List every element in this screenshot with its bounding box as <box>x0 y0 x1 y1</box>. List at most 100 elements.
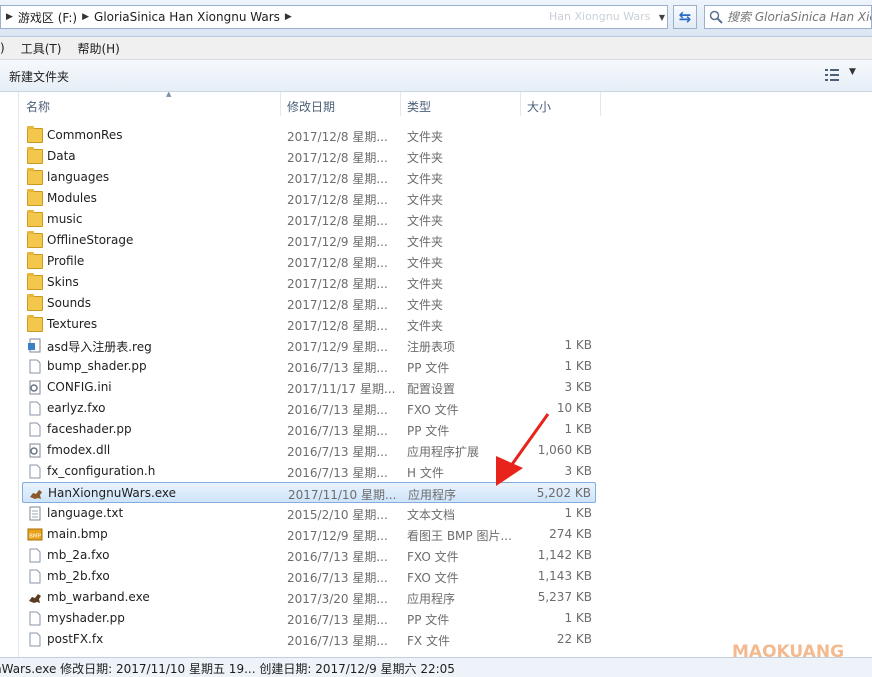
file-name: language.txt <box>47 506 124 520</box>
column-separator[interactable] <box>400 92 401 116</box>
search-icon <box>709 10 723 24</box>
breadcrumb-arrow-icon[interactable]: ▶ <box>77 12 94 22</box>
table-row[interactable]: CommonRes 2017/12/8 星期... 文件夹 <box>22 125 596 146</box>
document-icon <box>27 422 43 437</box>
column-headers: ▲ 名称 修改日期 类型 大小 <box>19 92 872 118</box>
file-type: PP 文件 <box>407 613 450 627</box>
menu-item-help[interactable]: 帮助(H) <box>69 40 127 57</box>
folder-icon <box>27 168 43 185</box>
file-date: 2017/12/9 星期... <box>287 529 388 543</box>
column-separator[interactable] <box>600 92 601 116</box>
table-row[interactable]: asd导入注册表.reg 2017/12/9 星期... 注册表项 1 KB <box>22 335 596 356</box>
file-name: mb_2a.fxo <box>47 548 110 562</box>
file-date: 2015/2/10 星期... <box>287 508 388 522</box>
file-type: 文件夹 <box>407 277 444 291</box>
file-size: 1 KB <box>564 506 592 520</box>
file-type: 应用程序 <box>407 592 456 606</box>
table-row[interactable]: Textures 2017/12/8 星期... 文件夹 <box>22 314 596 335</box>
new-folder-button[interactable]: 新建文件夹 <box>9 68 69 85</box>
file-type: 注册表项 <box>407 340 456 354</box>
table-row[interactable]: fmodex.dll 2016/7/13 星期... 应用程序扩展 1,060 KB <box>22 440 596 461</box>
table-row[interactable]: Profile 2017/12/8 星期... 文件夹 <box>22 251 596 272</box>
file-size: 5,202 KB <box>536 486 591 500</box>
table-row[interactable]: languages 2017/12/8 星期... 文件夹 <box>22 167 596 188</box>
menu-item-view[interactable]: /) <box>0 41 13 55</box>
table-row[interactable]: OfflineStorage 2017/12/9 星期... 文件夹 <box>22 230 596 251</box>
file-type: 文件夹 <box>407 130 444 144</box>
file-date: 2016/7/13 星期... <box>287 445 388 459</box>
table-row[interactable]: music 2017/12/8 星期... 文件夹 <box>22 209 596 230</box>
table-row[interactable]: Skins 2017/12/8 星期... 文件夹 <box>22 272 596 293</box>
file-date: 2016/7/13 星期... <box>287 466 388 480</box>
folder-icon <box>27 315 43 332</box>
file-size: 1 KB <box>564 611 592 625</box>
file-type: FXO 文件 <box>407 571 459 585</box>
command-bar: 新建文件夹 ▼ <box>0 60 872 92</box>
table-row[interactable]: language.txt 2015/2/10 星期... 文本文档 1 KB <box>22 503 596 524</box>
table-row[interactable]: Sounds 2017/12/8 星期... 文件夹 <box>22 293 596 314</box>
file-type: 应用程序 <box>408 488 457 502</box>
folder-icon <box>27 273 43 290</box>
file-size: 1 KB <box>564 338 592 352</box>
table-row-selected[interactable]: HanXiongnuWars.exe 2017/11/10 星期... 应用程序 5,… <box>22 482 596 503</box>
breadcrumb-folder[interactable]: GloriaSinica Han Xiongnu Wars <box>94 10 280 24</box>
column-header-size[interactable]: 大小 <box>527 98 551 115</box>
table-row[interactable]: earlyz.fxo 2016/7/13 星期... FXO 文件 10 KB <box>22 398 596 419</box>
table-row[interactable]: faceshader.pp 2016/7/13 星期... PP 文件 1 KB <box>22 419 596 440</box>
table-row[interactable]: myshader.pp 2016/7/13 星期... PP 文件 1 KB <box>22 608 596 629</box>
file-date: 2017/12/8 星期... <box>287 277 388 291</box>
address-dropdown-icon[interactable]: ▼ <box>656 6 668 28</box>
table-row[interactable]: bump_shader.pp 2016/7/13 星期... PP 文件 1 KB <box>22 356 596 377</box>
breadcrumb-arrow-icon[interactable]: ▶ <box>1 12 18 22</box>
table-row[interactable]: fx_configuration.h 2016/7/13 星期... H 文件 3 K… <box>22 461 596 482</box>
table-row[interactable]: mb_warband.exe 2017/3/20 星期... 应用程序 5,237 K… <box>22 587 596 608</box>
folder-icon <box>27 231 43 248</box>
view-options-icon[interactable] <box>824 68 840 82</box>
file-name: Skins <box>47 275 79 289</box>
file-type: 看图王 BMP 图片... <box>407 529 512 543</box>
folder-icon <box>27 189 43 206</box>
folder-icon <box>27 147 43 164</box>
file-date: 2017/12/8 星期... <box>287 172 388 186</box>
table-row[interactable]: Data 2017/12/8 星期... 文件夹 <box>22 146 596 167</box>
menu-item-tools[interactable]: 工具(T) <box>13 40 70 57</box>
column-header-name[interactable]: 名称 <box>26 98 50 115</box>
folder-icon <box>27 252 43 269</box>
breadcrumb-arrow-icon[interactable]: ▶ <box>280 12 297 22</box>
search-input[interactable] <box>705 9 871 25</box>
file-size: 1,142 KB <box>537 548 592 562</box>
file-name: asd导入注册表.reg <box>47 340 152 354</box>
breadcrumb-drive[interactable]: 游戏区 (F:) <box>18 9 77 26</box>
table-row[interactable]: mb_2a.fxo 2016/7/13 星期... FXO 文件 1,142 KB <box>22 545 596 566</box>
folder-icon <box>27 210 43 227</box>
document-icon <box>27 569 43 584</box>
column-separator[interactable] <box>280 92 281 116</box>
status-text: nWars.exe 修改日期: 2017/11/10 星期五 19... 创建日… <box>0 662 455 676</box>
view-dropdown-icon[interactable]: ▼ <box>849 67 856 77</box>
file-type: 文件夹 <box>407 256 444 270</box>
file-name: OfflineStorage <box>47 233 134 247</box>
refresh-icon: ⇆ <box>678 8 692 26</box>
document-icon <box>27 401 43 416</box>
column-header-type[interactable]: 类型 <box>407 98 431 115</box>
file-date: 2016/7/13 星期... <box>287 424 388 438</box>
table-row[interactable]: mb_2b.fxo 2016/7/13 星期... FXO 文件 1,143 KB <box>22 566 596 587</box>
column-header-date[interactable]: 修改日期 <box>287 98 335 115</box>
file-date: 2017/12/9 星期... <box>287 340 388 354</box>
table-row[interactable]: Modules 2017/12/8 星期... 文件夹 <box>22 188 596 209</box>
file-name: languages <box>47 170 110 184</box>
file-type: 配置设置 <box>407 382 456 396</box>
file-date: 2017/11/10 星期... <box>288 488 397 502</box>
folder-icon <box>27 126 43 143</box>
file-date: 2017/12/9 星期... <box>287 235 388 249</box>
table-row[interactable]: BMP main.bmp 2017/12/9 星期... 看图王 BMP 图片... 2… <box>22 524 596 545</box>
file-size: 1 KB <box>564 422 592 436</box>
table-row[interactable]: postFX.fx 2016/7/13 星期... FX 文件 22 KB <box>22 629 596 650</box>
table-row[interactable]: CONFIG.ini 2017/11/17 星期... 配置设置 3 KB <box>22 377 596 398</box>
column-separator[interactable] <box>520 92 521 116</box>
address-bar[interactable]: ▶ 游戏区 (F:) ▶ GloriaSinica Han Xiongnu Wa… <box>0 5 668 29</box>
file-size: 10 KB <box>556 401 592 415</box>
refresh-button[interactable]: ⇆ <box>673 5 697 29</box>
search-box[interactable] <box>704 5 872 29</box>
document-icon <box>27 359 43 374</box>
